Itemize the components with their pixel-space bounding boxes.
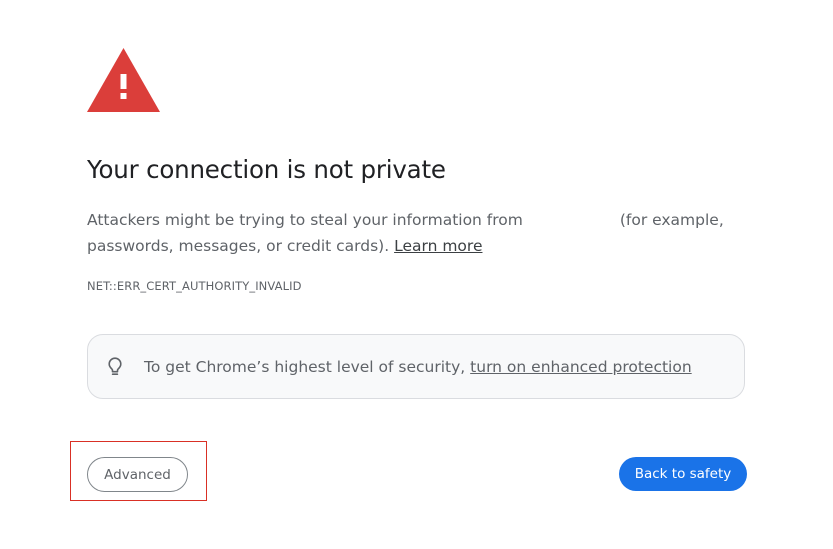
error-code: NET::ERR_CERT_AUTHORITY_INVALID [87, 279, 302, 293]
warning-triangle-icon [87, 48, 160, 112]
explanation-line1-start: Attackers might be trying to steal your … [87, 211, 523, 229]
back-to-safety-button[interactable]: Back to safety [619, 457, 747, 491]
explanation-line1-end: (for example, [619, 211, 724, 229]
interstitial-page: Your connection is not private Attackers… [0, 0, 833, 549]
advanced-button[interactable]: Advanced [87, 457, 188, 492]
explanation-text: Attackers might be trying to steal your … [87, 207, 727, 259]
enhanced-protection-link[interactable]: turn on enhanced protection [470, 358, 692, 376]
enhanced-protection-banner: To get Chrome’s highest level of securit… [87, 334, 745, 399]
enhanced-protection-message: To get Chrome’s highest level of securit… [144, 357, 466, 376]
enhanced-protection-text: To get Chrome’s highest level of securit… [144, 358, 692, 376]
learn-more-link[interactable]: Learn more [394, 237, 482, 255]
lightbulb-icon [108, 356, 122, 375]
explanation-line2: passwords, messages, or credit cards). [87, 237, 390, 255]
page-title: Your connection is not private [87, 155, 446, 184]
